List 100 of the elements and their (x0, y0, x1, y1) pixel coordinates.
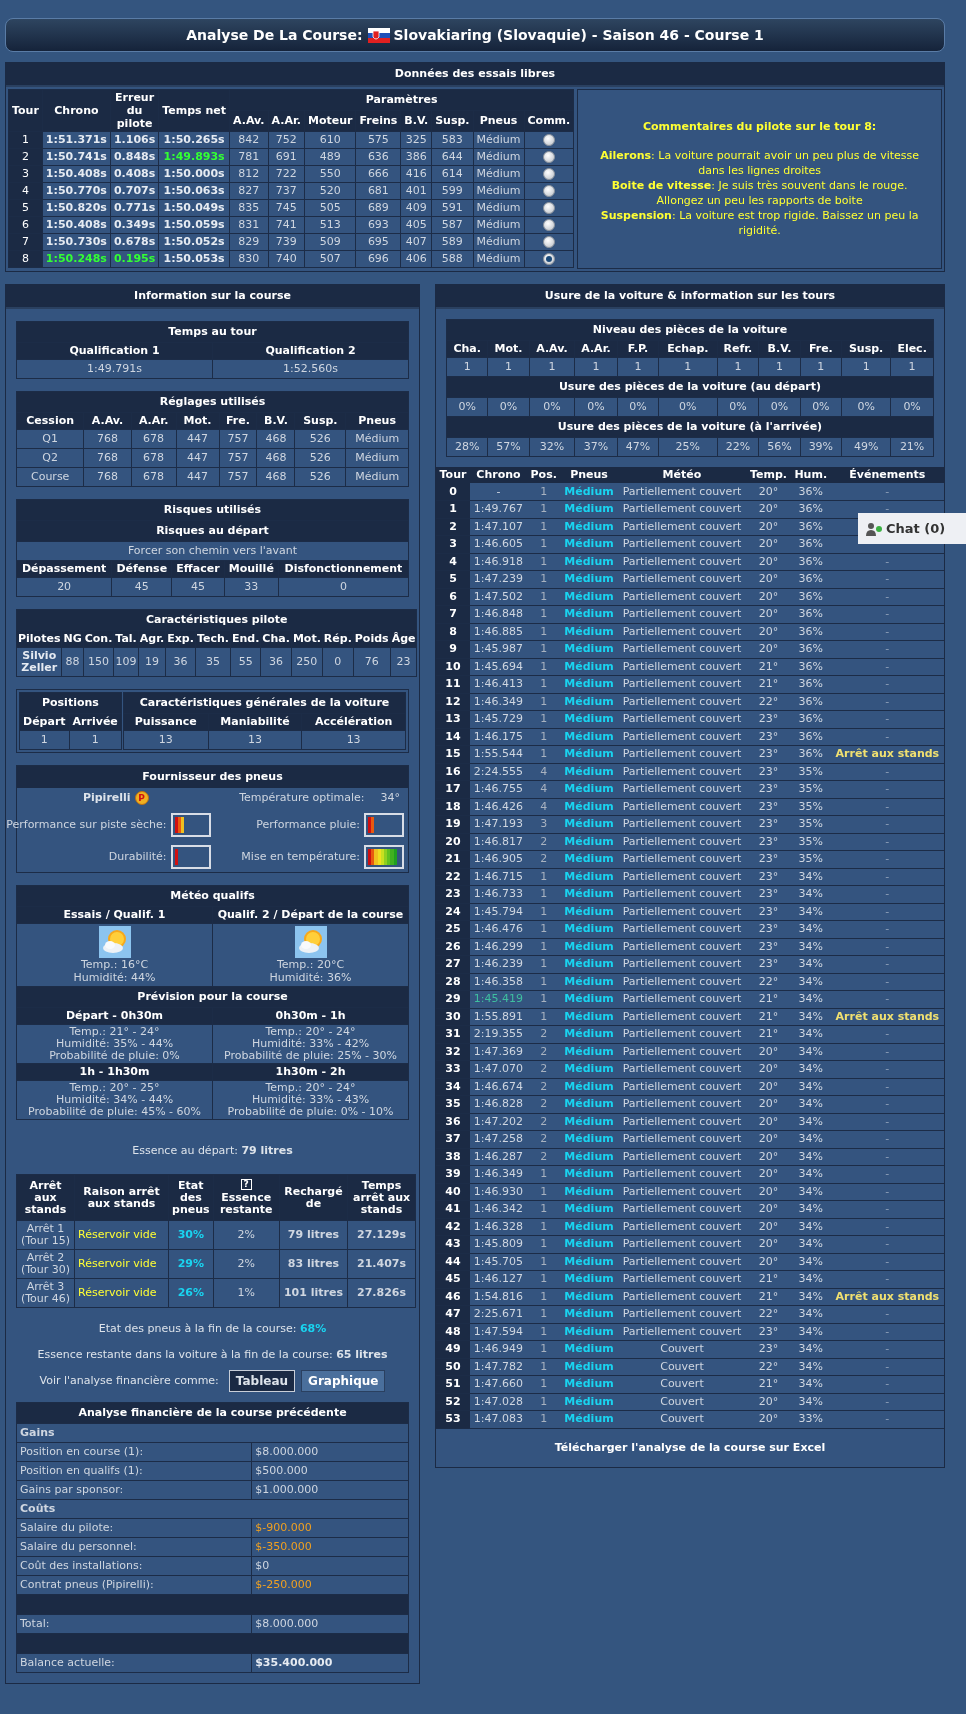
section-title: Niveau des pièces de la voiture (446, 319, 934, 341)
table-cell: - (469, 483, 527, 501)
chat-button[interactable]: Chat (0) (858, 513, 966, 544)
comment-title: Commentaires du pilote sur le tour 8: (642, 120, 878, 134)
table-cell: 27.129s (347, 1220, 416, 1250)
pilot-comment: Ailerons: La voiture pourrait avoir un peu plus de vitesse dans les lignes droites (599, 148, 920, 178)
table-cell: Médium (560, 483, 618, 501)
forecast-line: Humidité: 33% - 42% (250, 1038, 371, 1050)
column-header: Tour (436, 467, 470, 483)
fuel-end: Essence restante dans la voiture à la fin de la course: 65 litres (36, 1348, 389, 1362)
column-header: Pneus (560, 467, 618, 483)
forecast-line: Probabilité de pluie: 25% - 30% (222, 1050, 398, 1062)
table-cell: - (830, 483, 944, 501)
optimal-temperature-value: 34° (380, 791, 400, 805)
section-title: Météo qualifs (16, 885, 409, 907)
supplier-name: Pipirelli (82, 791, 131, 805)
weather-humidity: Humidité: 36% (268, 971, 353, 984)
forecast-line: Probabilité de pluie: 0% - 10% (226, 1106, 395, 1118)
forecast-line: Temp.: 21° - 24° (69, 1026, 161, 1038)
table-cell: Arrêt 3 (Tour 46) (16, 1278, 75, 1308)
section-title: Positions (19, 692, 122, 714)
column-header: Temps net (158, 89, 230, 132)
forecast-line: Probabilité de pluie: 0% (48, 1050, 181, 1062)
section-title: Temps au tour (16, 321, 409, 343)
page-title: Slovakiaring (Slovaquie) - Saison 46 - Course 1 (393, 28, 764, 42)
section-title: Analyse financière de la course précédente (16, 1402, 409, 1424)
fuel-start: Essence au départ: 79 litres (131, 1144, 294, 1158)
tyres-end-label: Etat des pneus à la fin de la course: (98, 1322, 298, 1335)
pilot-comment: Boite de vitesse: Je suis très souvent dans le rouge. Allongez un peu les rapports de boite (610, 178, 909, 208)
table-cell: 101 litres (279, 1278, 348, 1308)
section-title: Usure des pièces de la voiture (au départ) (446, 376, 934, 398)
column-header: Événements (830, 467, 944, 483)
section-title: Réglages utilisés (16, 391, 409, 413)
table-cell: Réservoir vide (74, 1278, 169, 1308)
table-cell: Réservoir vide (74, 1249, 169, 1279)
column-header: Rechargé de (279, 1174, 348, 1221)
table-cell: 0 (436, 483, 470, 501)
column-header: Tour (8, 89, 43, 132)
forecast-line: Temp.: 20° - 25° (69, 1082, 161, 1094)
column-header: Temp. (746, 467, 791, 483)
weather-humidity: Humidité: 44% (72, 971, 157, 984)
table-cell: 83 litres (279, 1249, 348, 1279)
table-cell: Arrêt 1 (Tour 15) (16, 1220, 75, 1250)
download-link[interactable]: Télécharger l'analyse de la course sur Excel (554, 1440, 826, 1454)
meter-label: Durabilité: (108, 850, 167, 864)
column-header: Etat des pneus (168, 1174, 214, 1221)
table-cell: 27.826s (347, 1278, 416, 1308)
table-cell: 21.407s (347, 1249, 416, 1279)
section-title: Fournisseur des pneus (17, 766, 408, 788)
section-title: Prévision pour la course (16, 986, 409, 1008)
view-label: Voir l'analyse financière comme: (39, 1374, 219, 1388)
forecast-line: Humidité: 33% - 43% (250, 1094, 371, 1106)
forecast-line: Temp.: 20° - 24° (265, 1026, 357, 1038)
meter-label: Mise en température: (241, 850, 360, 864)
section-title: Caractéristiques pilote (16, 609, 417, 631)
column-header: Météo (617, 467, 747, 483)
table-cell: 1 (527, 483, 561, 501)
table-cell: 2% (213, 1220, 280, 1250)
table-cell: 79 litres (279, 1220, 348, 1250)
table-cell: 2% (213, 1249, 280, 1279)
column-label: Essence restante (219, 1191, 273, 1216)
panel-title: Information sur la course (6, 285, 419, 309)
section-title: Usure des pièces de la voiture (à l'arrivée) (446, 416, 934, 438)
column-header: Paramètres (229, 89, 574, 111)
weather-temperature: Temp.: 16°C (79, 958, 150, 971)
table-cell: 20° (746, 483, 791, 501)
column-header: Hum. (790, 467, 831, 483)
table-cell: Silvio Zeller (16, 647, 62, 677)
supplier-badge: P (134, 791, 149, 805)
table-cell: Partiellement couvert (617, 483, 747, 501)
table-cell: Réservoir vide (74, 1220, 169, 1250)
help-icon[interactable]: ? (240, 1179, 252, 1190)
view-option[interactable]: Graphique (301, 1370, 386, 1392)
column-header: Chrono (42, 89, 111, 132)
table-cell: Arrêt 2 (Tour 30) (16, 1249, 75, 1279)
table-cell: 1% (213, 1278, 280, 1308)
column-header: Erreur du pilote (110, 89, 159, 132)
panel-title: Données des essais libres (6, 63, 944, 87)
weather-temperature: Temp.: 20°C (275, 958, 346, 971)
section-title: Risques utilisés (16, 499, 409, 521)
meter-label: Performance pluie: (256, 818, 360, 832)
pilot-comment: Suspension: La voiture est trop rigide. Baissez un peu la rigidité. (599, 208, 920, 238)
column-header: Arrêt aux stands (16, 1174, 75, 1221)
forecast-line: Temp.: 20° - 24° (265, 1082, 357, 1094)
meter-label: Performance sur piste sèche: (6, 818, 167, 832)
tyres-end-value: 68% (299, 1322, 327, 1335)
column-header: Temps arrêt aux stands (347, 1174, 416, 1221)
forecast-line: Humidité: 35% - 44% (54, 1038, 175, 1050)
column-header: Pos. (527, 467, 561, 483)
view-option[interactable]: Tableau (228, 1370, 296, 1392)
forecast-line: Humidité: 34% - 44% (54, 1094, 175, 1106)
column-header: Chrono (469, 467, 527, 483)
forecast-line: Probabilité de pluie: 45% - 60% (26, 1106, 202, 1118)
optimal-temperature-label: Température optimale: (239, 791, 365, 805)
panel-title: Usure de la voiture & information sur les tours (436, 285, 944, 309)
page-title-prefix: Analyse De La Course: (186, 28, 363, 42)
column-header: Raison arrêt aux stands (74, 1174, 169, 1221)
section-title: Caractéristiques générales de la voiture (123, 692, 406, 714)
table-cell: 36% (790, 483, 831, 501)
section-title: Risques au départ (16, 520, 409, 542)
